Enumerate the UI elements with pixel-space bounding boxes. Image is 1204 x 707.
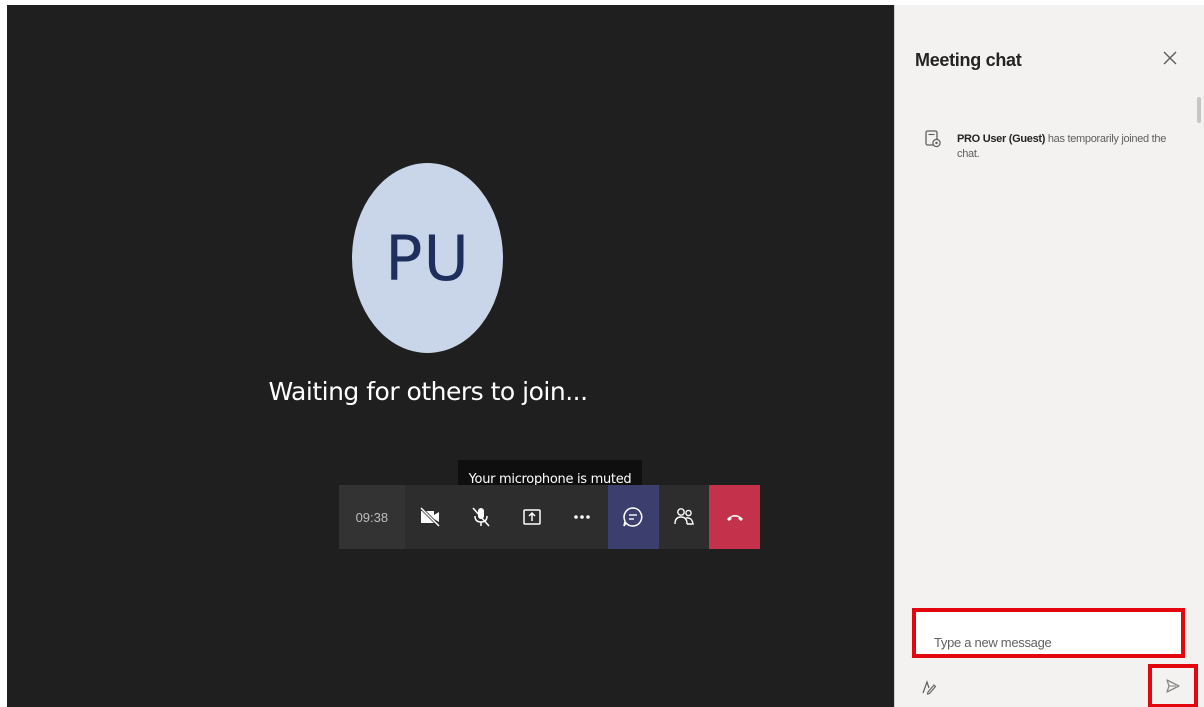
close-icon <box>1163 51 1177 65</box>
participant-avatar: PU <box>352 163 503 353</box>
send-icon <box>1166 679 1180 693</box>
participants-button[interactable] <box>659 485 710 549</box>
message-input[interactable] <box>916 612 1181 654</box>
system-message-text: PRO User (Guest) has temporarily joined … <box>957 132 1179 162</box>
format-button[interactable] <box>919 677 939 697</box>
meeting-chat-panel: Meeting chat PRO User (Guest) has tempor… <box>894 5 1204 707</box>
avatar-initials: PU <box>385 221 470 295</box>
chat-panel-title: Meeting chat <box>915 50 1022 70</box>
guest-join-icon <box>925 130 941 148</box>
hang-up-icon <box>726 515 743 521</box>
waiting-status-text: Waiting for others to join... <box>268 377 588 406</box>
camera-toggle-button[interactable] <box>405 485 456 549</box>
teams-meeting-window: PU Waiting for others to join... Your mi… <box>0 0 1204 707</box>
participants-icon <box>674 508 694 525</box>
more-actions-button[interactable] <box>557 485 608 549</box>
chat-icon <box>623 507 643 527</box>
hang-up-button[interactable] <box>709 485 761 549</box>
share-tray-button[interactable] <box>506 485 557 549</box>
format-icon <box>922 680 937 695</box>
system-message-user: PRO User (Guest) <box>957 133 1046 145</box>
close-chat-button[interactable] <box>1160 48 1180 68</box>
share-tray-icon <box>522 509 541 525</box>
meeting-timer: 09:38 <box>339 485 405 549</box>
mic-off-icon <box>472 507 490 527</box>
meeting-control-bar: 09:38 <box>339 485 761 549</box>
meeting-stage: PU Waiting for others to join... Your mi… <box>7 5 894 707</box>
chat-scrollbar[interactable] <box>1197 97 1201 123</box>
chat-button[interactable] <box>607 485 659 549</box>
send-button[interactable] <box>1148 664 1198 707</box>
mic-toggle-button[interactable] <box>455 485 506 549</box>
camera-off-icon <box>420 506 441 528</box>
compose-box <box>912 608 1185 658</box>
more-actions-icon <box>574 515 591 519</box>
